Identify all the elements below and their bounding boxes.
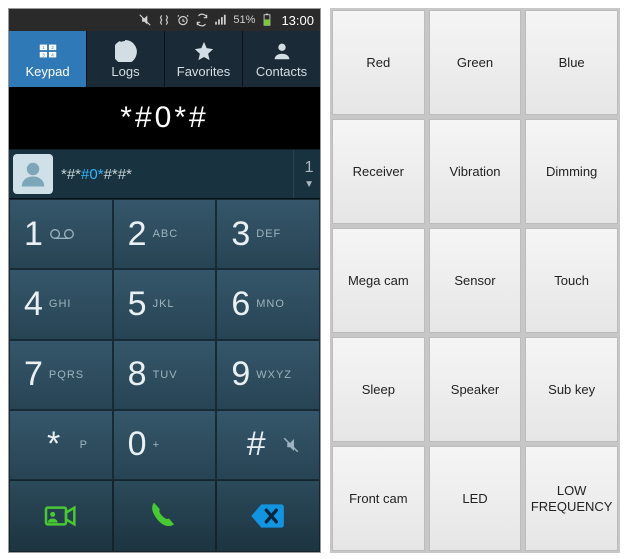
- test-button-mega-cam[interactable]: Mega cam: [332, 228, 425, 333]
- test-button-red[interactable]: Red: [332, 10, 425, 115]
- person-icon: [271, 40, 293, 62]
- vibrate-icon: [157, 13, 171, 27]
- signal-icon: [214, 13, 228, 27]
- status-bar: 51% 13:00: [9, 9, 320, 31]
- key-digit: 6: [231, 285, 250, 324]
- voicemail-icon: [49, 227, 75, 241]
- tab-label: Logs: [111, 64, 139, 79]
- avatar: [13, 154, 53, 194]
- chevron-down-icon: ▼: [304, 179, 314, 190]
- logs-icon: [115, 40, 137, 62]
- key-letters: DEF: [256, 228, 281, 240]
- backspace-icon: [248, 496, 288, 536]
- key-letters: P: [80, 439, 88, 451]
- avatar-icon: [18, 159, 48, 189]
- key-hash[interactable]: #: [216, 410, 320, 480]
- video-call-button[interactable]: [9, 480, 113, 552]
- key-8[interactable]: 8 TUV: [113, 340, 217, 410]
- test-button-green[interactable]: Green: [429, 10, 522, 115]
- hardware-test-grid: Red Green Blue Receiver Vibration Dimmin…: [330, 8, 620, 553]
- mute-key-icon: [282, 436, 300, 454]
- mute-icon: [138, 13, 152, 27]
- key-1[interactable]: 1: [9, 199, 113, 269]
- dialed-number: *#0*#: [9, 87, 320, 149]
- test-button-led[interactable]: LED: [429, 446, 522, 551]
- key-letters: PQRS: [49, 369, 84, 381]
- test-button-speaker[interactable]: Speaker: [429, 337, 522, 442]
- test-button-receiver[interactable]: Receiver: [332, 119, 425, 224]
- tab-favorites[interactable]: Favorites: [164, 31, 242, 87]
- alarm-icon: [176, 13, 190, 27]
- key-digit: 1: [24, 215, 43, 254]
- phone-icon: [144, 496, 184, 536]
- key-4[interactable]: 4 GHI: [9, 269, 113, 339]
- key-2[interactable]: 2 ABC: [113, 199, 217, 269]
- tab-label: Contacts: [256, 64, 307, 79]
- key-7[interactable]: 7 PQRS: [9, 340, 113, 410]
- dialer-tabs: 1234 Keypad Logs Favorites Contacts: [9, 31, 320, 87]
- key-digit: 5: [128, 285, 147, 324]
- key-letters: +: [153, 439, 160, 451]
- key-0[interactable]: 0+: [113, 410, 217, 480]
- tab-keypad[interactable]: 1234 Keypad: [9, 31, 86, 87]
- key-digit: 2: [128, 215, 147, 254]
- call-button[interactable]: [113, 480, 217, 552]
- suggestion-count: 1: [305, 159, 314, 177]
- key-letters: ABC: [153, 228, 179, 240]
- key-star[interactable]: *P: [9, 410, 113, 480]
- key-6[interactable]: 6 MNO: [216, 269, 320, 339]
- key-9[interactable]: 9 WXYZ: [216, 340, 320, 410]
- suggestion-expand[interactable]: 1 ▼: [293, 150, 314, 198]
- test-button-sensor[interactable]: Sensor: [429, 228, 522, 333]
- tab-label: Keypad: [25, 64, 69, 79]
- test-button-dimming[interactable]: Dimming: [525, 119, 618, 224]
- call-action-row: [9, 480, 320, 552]
- key-digit: *: [34, 425, 74, 464]
- key-letters: TUV: [153, 369, 178, 381]
- test-button-touch[interactable]: Touch: [525, 228, 618, 333]
- suggestion-highlight: #0*: [81, 166, 104, 183]
- battery-icon: [260, 13, 274, 27]
- key-digit: 4: [24, 285, 43, 324]
- video-call-icon: [41, 496, 81, 536]
- test-button-low-frequency[interactable]: LOW FREQUENCY: [525, 446, 618, 551]
- key-letters: WXYZ: [256, 369, 292, 381]
- test-button-vibration[interactable]: Vibration: [429, 119, 522, 224]
- sync-icon: [195, 13, 209, 27]
- key-digit: 3: [231, 215, 250, 254]
- tab-label: Favorites: [177, 64, 230, 79]
- key-3[interactable]: 3 DEF: [216, 199, 320, 269]
- star-icon: [193, 40, 215, 62]
- key-letters: MNO: [256, 298, 285, 310]
- keypad: 1 2 ABC 3 DEF 4 GHI 5 JKL 6 MNO 7 PQRS 8 TUV 9W…: [9, 199, 320, 480]
- test-button-blue[interactable]: Blue: [525, 10, 618, 115]
- test-button-sub-key[interactable]: Sub key: [525, 337, 618, 442]
- suggestion-suffix: #*#*: [104, 166, 132, 183]
- test-button-sleep[interactable]: Sleep: [332, 337, 425, 442]
- key-digit: #: [236, 425, 276, 464]
- test-button-front-cam[interactable]: Front cam: [332, 446, 425, 551]
- tab-contacts[interactable]: Contacts: [242, 31, 320, 87]
- contact-suggestion[interactable]: *#*#0*#*#* 1 ▼: [9, 149, 320, 199]
- key-digit: 0: [128, 425, 147, 464]
- key-digit: 9: [231, 355, 250, 394]
- keypad-icon: 1234: [37, 40, 59, 62]
- key-digit: 7: [24, 355, 43, 394]
- key-letters: GHI: [49, 298, 72, 310]
- battery-percent: 51%: [233, 14, 255, 26]
- backspace-button[interactable]: [216, 480, 320, 552]
- key-letters: JKL: [153, 298, 175, 310]
- key-5[interactable]: 5 JKL: [113, 269, 217, 339]
- key-digit: 8: [128, 355, 147, 394]
- phone-dialer-screen: 51% 13:00 1234 Keypad Logs Favorites Con…: [8, 8, 321, 553]
- tab-logs[interactable]: Logs: [86, 31, 164, 87]
- suggestion-prefix: *#*: [61, 166, 81, 183]
- suggestion-text: *#*#0*#*#*: [61, 166, 285, 183]
- status-time: 13:00: [281, 13, 314, 28]
